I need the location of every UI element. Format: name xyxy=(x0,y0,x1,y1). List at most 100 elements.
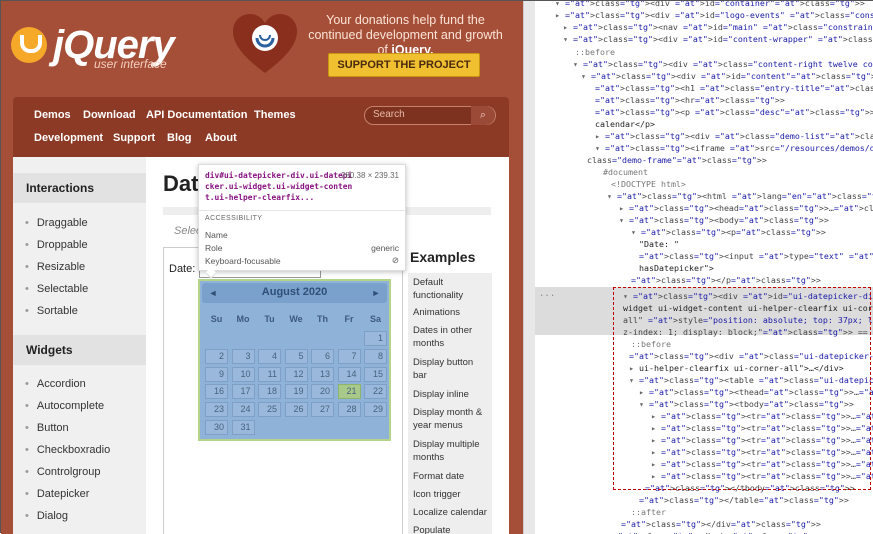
calendar-day[interactable]: 23 xyxy=(205,402,228,418)
calendar-day[interactable]: 3 xyxy=(231,348,255,364)
calendar-day[interactable]: 1 xyxy=(364,331,387,346)
logo-subtitle: user interface xyxy=(94,57,167,71)
search-icon[interactable]: ⌕ xyxy=(471,106,495,125)
donation-heart-icon xyxy=(233,14,297,73)
example-multiple-months[interactable]: Display multiple months xyxy=(408,435,492,468)
dom-node-line[interactable]: <!DOCTYPE html> xyxy=(611,178,686,190)
calendar-day[interactable]: 27 xyxy=(311,402,334,418)
example-button-bar[interactable]: Display button bar xyxy=(408,353,492,386)
sidebar-item-checkboxradio[interactable]: Checkboxradio xyxy=(25,444,110,456)
dom-node-line[interactable]: ▾ ="at">class="tg"><div ="at">id="contai… xyxy=(555,1,865,9)
calendar-day[interactable]: 16 xyxy=(205,384,228,400)
dom-node-line[interactable]: ="at">class="tg"><input ="at">type="text… xyxy=(639,250,873,262)
calendar-day[interactable]: 18 xyxy=(258,384,281,400)
weekday-header: Su xyxy=(210,314,223,324)
dom-node-line[interactable]: ▸ ="at">class="tg"><head="at">class="tg"… xyxy=(619,202,873,214)
calendar-day[interactable]: 26 xyxy=(284,402,308,418)
calendar-day[interactable]: 19 xyxy=(284,384,308,400)
dom-node-line[interactable]: class="demo-frame"="at">class="tg">> xyxy=(587,154,767,166)
calendar-day[interactable]: 5 xyxy=(284,348,308,364)
example-format-date[interactable]: Format date xyxy=(408,467,492,487)
nav-demos[interactable]: Demos xyxy=(34,109,71,121)
dom-node-line[interactable]: ="at">class="tg"><p ="at">class="desc"="… xyxy=(595,106,873,118)
dom-node-line[interactable]: ="at">class="tg"><h1 ="at">class="entry-… xyxy=(595,82,873,94)
calendar-day[interactable]: 11 xyxy=(258,366,281,382)
example-icon-trigger[interactable]: Icon trigger xyxy=(408,485,492,505)
calendar-day[interactable]: 8 xyxy=(364,348,387,364)
example-animations[interactable]: Animations xyxy=(408,303,492,323)
dom-node-line[interactable]: ▾ ="at">class="tg"><html ="at">lang="en"… xyxy=(607,190,873,202)
calendar-day[interactable]: 9 xyxy=(205,366,228,382)
nav-api-documentation[interactable]: API Documentation xyxy=(146,109,247,121)
nav-support[interactable]: Support xyxy=(113,132,155,144)
tooltip-role-value: generic xyxy=(371,243,399,253)
dom-node-line[interactable]: ▾ ="at">class="tg"><div ="at">id="conten… xyxy=(563,33,873,45)
nav-download[interactable]: Download xyxy=(83,109,136,121)
example-dates-other-months[interactable]: Dates in other months xyxy=(408,321,492,354)
dom-node-line[interactable]: ▸ ="at">class="tg"><div ="at">class="dem… xyxy=(595,130,873,142)
calendar-day[interactable]: 28 xyxy=(337,402,361,418)
dom-node-line[interactable]: ▾ ="at">class="tg"><div ="at">id="conten… xyxy=(581,70,873,82)
example-display-inline[interactable]: Display inline xyxy=(408,385,492,405)
sidebar-item-draggable[interactable]: Draggable xyxy=(25,217,88,229)
sidebar-item-controlgroup[interactable]: Controlgroup xyxy=(25,466,101,478)
dom-node-line[interactable]: ::after xyxy=(631,506,666,518)
calendar-day[interactable]: 4 xyxy=(258,348,281,364)
sidebar-item-button[interactable]: Button xyxy=(25,422,69,434)
dom-node-line[interactable]: ="at">class="tg"></table="at">class="tg"… xyxy=(639,494,849,506)
nav-blog[interactable]: Blog xyxy=(167,132,191,144)
dom-node-line[interactable]: ▸ ="at">class="tg"><nav ="at">id="main" … xyxy=(563,21,873,33)
dom-node-line[interactable]: ▾ ="at">class="tg"><body="at">class="tg"… xyxy=(619,214,829,226)
calendar-day[interactable]: 15 xyxy=(364,366,387,382)
example-populate[interactable]: Populate xyxy=(408,521,492,534)
nav-themes[interactable]: Themes xyxy=(254,109,296,121)
calendar-day[interactable]: 22 xyxy=(364,384,387,400)
dom-node-line[interactable]: ▾ ="at">class="tg"><div ="at">class="con… xyxy=(573,58,873,70)
example-localize-calendar[interactable]: Localize calendar xyxy=(408,503,492,523)
calendar-day[interactable]: 17 xyxy=(231,384,255,400)
calendar-day[interactable]: 14 xyxy=(337,366,361,382)
example-default-functionality[interactable]: Default functionality xyxy=(408,273,492,306)
dom-node-line[interactable]: calendar</p> xyxy=(595,118,655,130)
dom-node-line[interactable]: ▾ ="at">class="tg"><p="at">class="tg">> xyxy=(631,226,826,238)
dom-node-line[interactable]: ▾ ="at">class="tg"><iframe ="at">src="/r… xyxy=(595,142,873,154)
search-input[interactable]: Search ⌕ xyxy=(364,106,496,125)
calendar-day[interactable]: 21 xyxy=(337,384,361,400)
sidebar-item-autocomplete[interactable]: Autocomplete xyxy=(25,400,104,412)
sidebar-item-sortable[interactable]: Sortable xyxy=(25,305,78,317)
node-actions-gutter[interactable]: ... xyxy=(539,288,555,300)
dom-node-line[interactable]: ▸ ="at">class="tg"><div ="at">id="logo-e… xyxy=(555,9,873,21)
dom-node-line[interactable]: #document xyxy=(603,166,648,178)
sidebar-item-dialog[interactable]: Dialog xyxy=(25,510,68,522)
calendar-day[interactable]: 2 xyxy=(205,348,228,364)
calendar-day[interactable]: 30 xyxy=(205,420,228,435)
example-month-year-menus[interactable]: Display month & year menus xyxy=(408,403,492,436)
calendar-day[interactable]: 7 xyxy=(337,348,361,364)
sidebar-item-resizable[interactable]: Resizable xyxy=(25,261,85,273)
calendar-day[interactable]: 25 xyxy=(258,402,281,418)
calendar-day[interactable]: 29 xyxy=(364,402,387,418)
nav-development[interactable]: Development xyxy=(34,132,103,144)
dom-node-line[interactable]: ="at">class="tg"></p="at">class="tg">> xyxy=(631,274,821,286)
sidebar-item-accordion[interactable]: Accordion xyxy=(25,378,86,390)
calendar-day[interactable]: 10 xyxy=(231,366,255,382)
sidebar-item-droppable[interactable]: Droppable xyxy=(25,239,88,251)
calendar-day[interactable]: 13 xyxy=(311,366,334,382)
dom-node-line[interactable]: hasDatepicker"> xyxy=(639,262,714,274)
page-scrollbar[interactable] xyxy=(523,1,535,534)
calendar-day[interactable]: 12 xyxy=(284,366,308,382)
sidebar-item-datepicker[interactable]: Datepicker xyxy=(25,488,90,500)
nav-about[interactable]: About xyxy=(205,132,237,144)
calendar-day[interactable]: 6 xyxy=(311,348,334,364)
dom-node-line[interactable]: "Date: " xyxy=(639,238,679,250)
support-project-button[interactable]: SUPPORT THE PROJECT xyxy=(328,53,480,77)
dom-node-line[interactable]: ="at">class="tg"></div="at">class="tg">> xyxy=(621,518,821,530)
dom-node-line[interactable]: ="at">class="tg"><hr="at">class="tg">> xyxy=(595,94,785,106)
calendar-day[interactable]: 24 xyxy=(231,402,255,418)
sidebar-item-selectable[interactable]: Selectable xyxy=(25,283,88,295)
next-month-icon[interactable]: ► xyxy=(369,286,383,300)
calendar-day[interactable]: 31 xyxy=(231,420,255,435)
calendar-day[interactable]: 20 xyxy=(311,384,334,400)
dom-node-line[interactable]: ="at">class="tg"></body="at">class="tg">… xyxy=(613,530,818,534)
dom-node-line[interactable]: ::before xyxy=(575,46,615,58)
